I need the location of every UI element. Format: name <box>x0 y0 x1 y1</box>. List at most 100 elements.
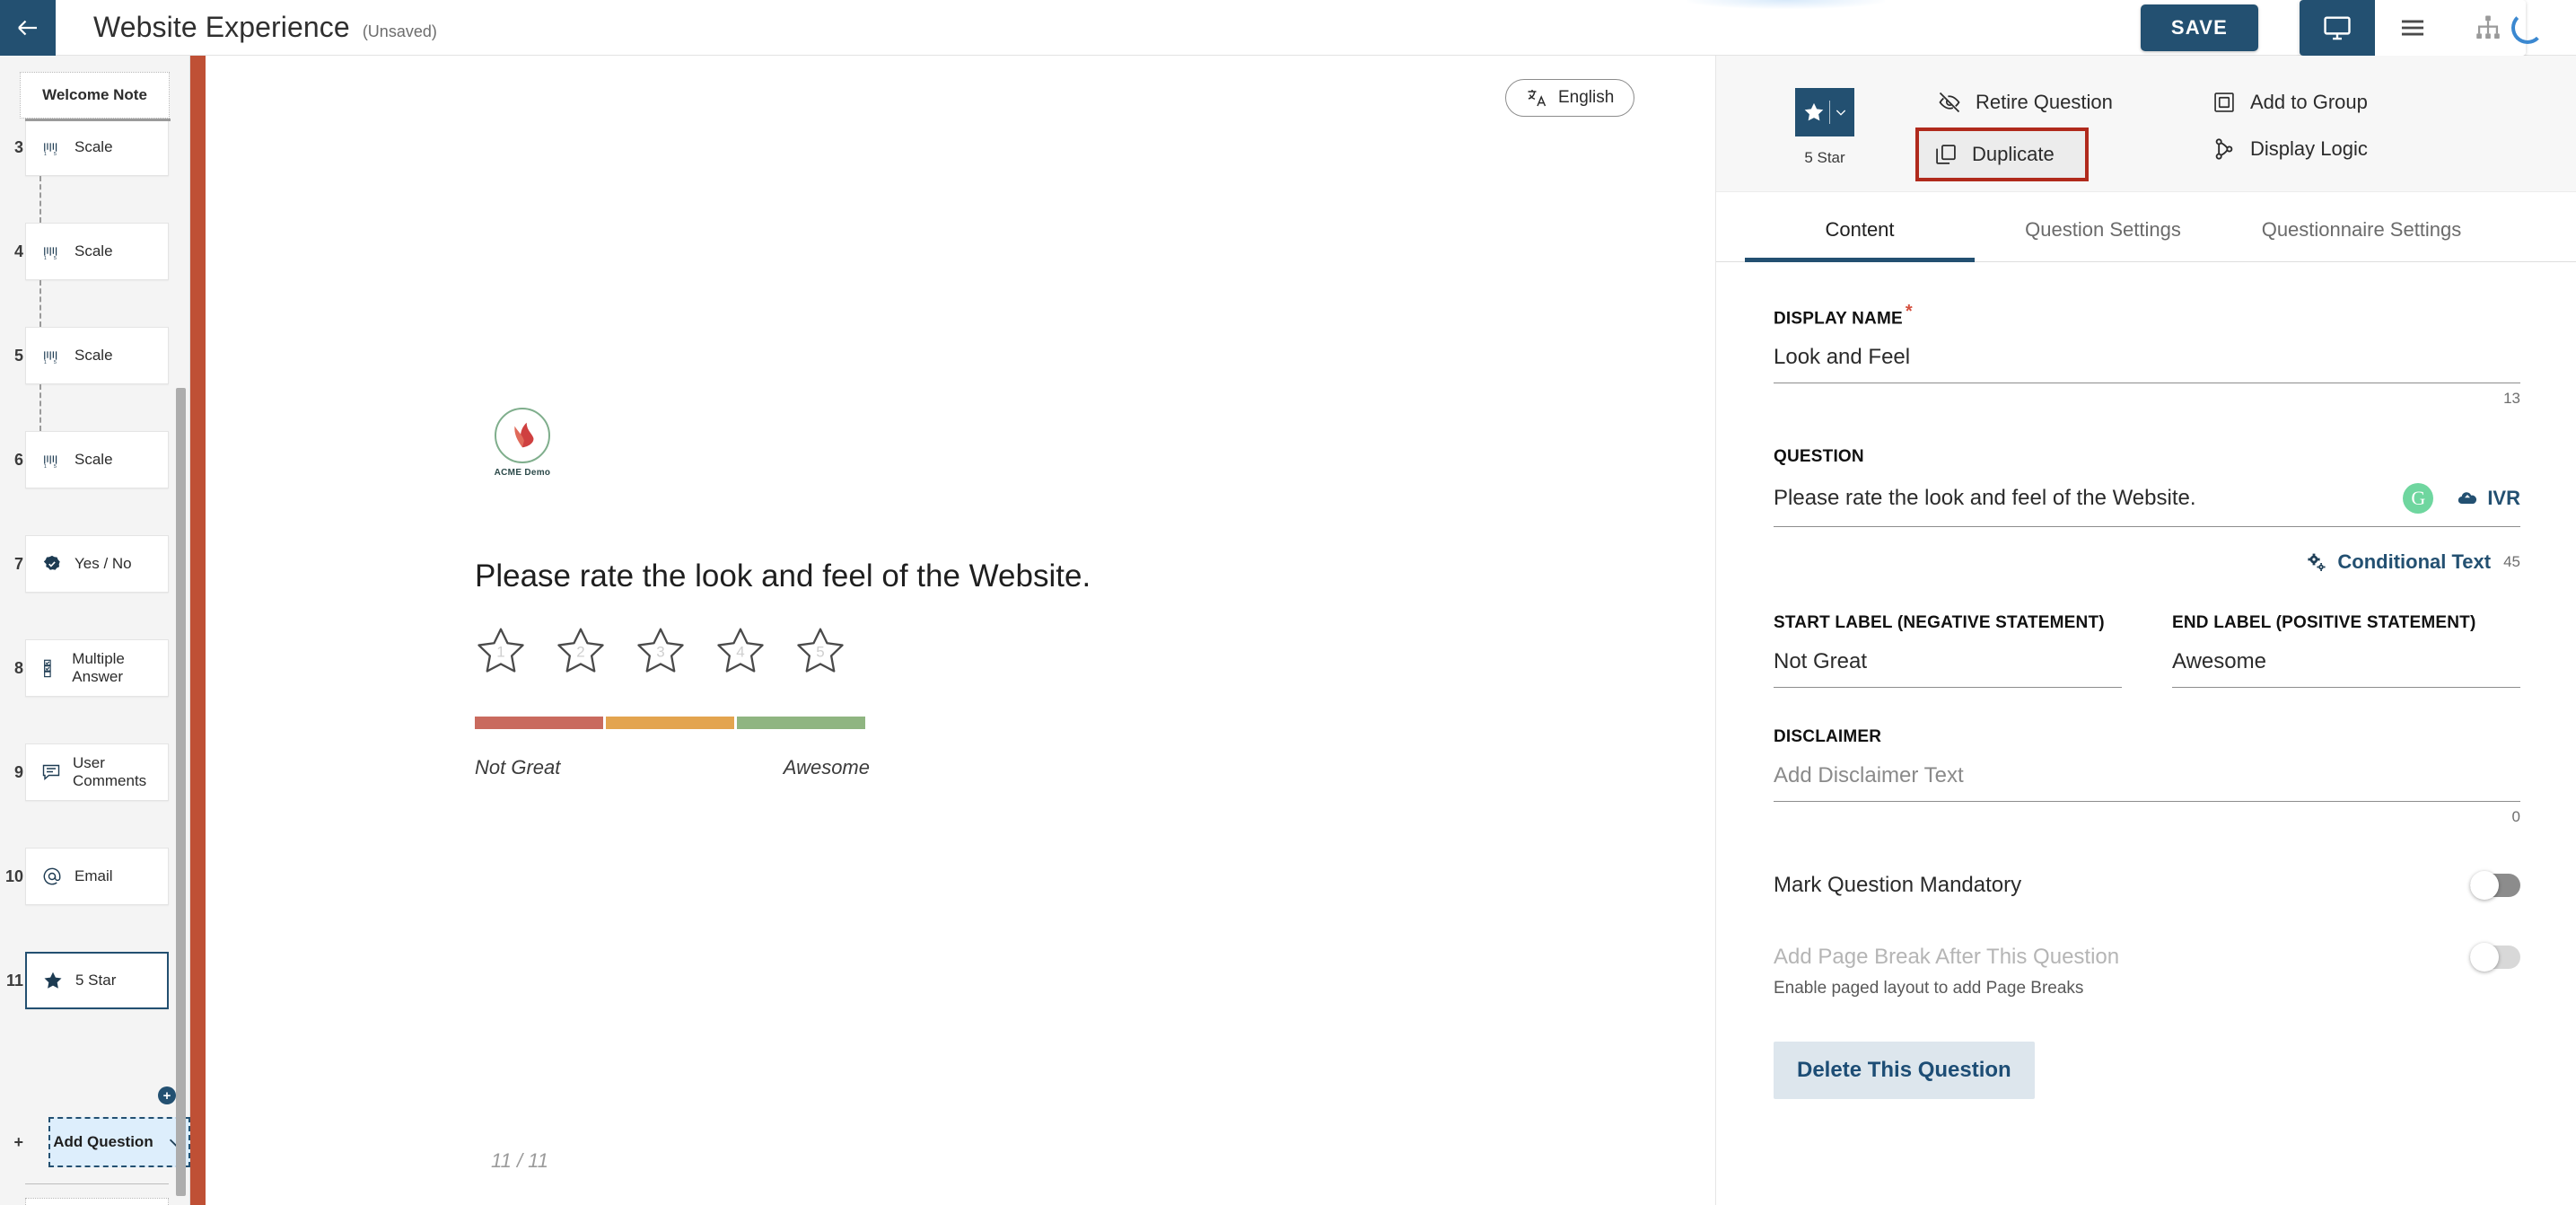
mandatory-toggle[interactable] <box>2470 871 2520 901</box>
duplicate-label: Duplicate <box>1972 143 2055 165</box>
svg-text:1: 1 <box>44 360 47 365</box>
question-card[interactable]: 1 5 Scale <box>25 327 169 384</box>
star-number: 3 <box>656 643 665 661</box>
save-button[interactable]: SAVE <box>2140 4 2258 51</box>
add-question-button[interactable]: Add Question <box>48 1117 190 1167</box>
svg-text:5: 5 <box>54 256 57 261</box>
end-label-input[interactable]: Awesome <box>2172 633 2520 689</box>
question-card[interactable]: 5 Star <box>25 952 169 1009</box>
hamburger-menu-icon <box>2401 20 2424 35</box>
language-selector[interactable]: English <box>1505 79 1635 117</box>
question-card[interactable]: 1 5 Scale <box>25 431 169 488</box>
sidebar-question-item-11[interactable]: 11 5 Star <box>0 952 190 1009</box>
mandatory-toggle-label: Mark Question Mandatory <box>1774 873 2022 898</box>
question-card[interactable]: Yes / No <box>25 535 169 593</box>
disclaimer-input[interactable]: Add Disclaimer Text <box>1774 747 2520 803</box>
question-index: 3 <box>13 137 23 156</box>
page-counter: 11 / 11 <box>491 1149 549 1172</box>
sidebar-question-item-6[interactable]: 6 1 5 Scale <box>0 431 190 488</box>
sentiment-color-bar <box>475 717 865 729</box>
question-card[interactable]: Email <box>25 848 169 905</box>
question-input[interactable]: Please rate the look and feel of the Web… <box>1774 467 2520 528</box>
delete-question-button[interactable]: Delete This Question <box>1774 1042 2035 1100</box>
star-rating-option-5[interactable]: 5 <box>793 623 848 679</box>
ivr-label: IVR <box>2487 487 2520 510</box>
editor-form: DISPLAY NAME * Look and Feel 13 QUESTION … <box>1716 302 2576 1100</box>
star-rating-option-3[interactable]: 3 <box>633 623 688 679</box>
sidebar-question-item-8[interactable]: 8 Multiple Answer <box>0 639 190 697</box>
conditional-text-button[interactable]: Conditional Text <box>2305 550 2491 574</box>
duplicate-icon <box>1936 145 1956 164</box>
desktop-view-button[interactable] <box>2300 0 2375 56</box>
retire-question-button[interactable]: Retire Question <box>1924 81 2125 124</box>
add-question-label: Add Question <box>53 1133 153 1150</box>
add-to-group-button[interactable]: Add to Group <box>2199 81 2380 124</box>
comment-icon <box>40 761 62 783</box>
retire-question-label: Retire Question <box>1976 91 2113 113</box>
accent-divider-bar <box>190 56 206 1205</box>
back-button[interactable] <box>0 0 56 56</box>
tab-question-settings[interactable]: Question Settings <box>1991 218 2215 261</box>
question-index: 7 <box>13 554 23 573</box>
chevron-down-icon <box>1836 110 1845 116</box>
start-label-input[interactable]: Not Great <box>1774 633 2122 689</box>
question-type-chip[interactable] <box>1795 88 1854 136</box>
question-connector <box>39 176 41 223</box>
grammarly-icon[interactable]: G <box>2403 483 2434 515</box>
chip-separator <box>1828 101 1830 124</box>
question-char-count: 45 <box>2503 553 2520 571</box>
leaf-mark-icon <box>514 422 534 448</box>
question-type-name: Email <box>74 867 113 885</box>
add-question-plus-icon[interactable]: + <box>158 1086 176 1104</box>
question-index: 8 <box>13 658 23 677</box>
tab-questionnaire-settings[interactable]: Questionnaire Settings <box>2231 218 2492 261</box>
document-title-group: Website Experience (Unsaved) <box>56 11 437 44</box>
question-index: 9 <box>13 762 23 781</box>
star-rating-group[interactable]: 1 2 3 4 5 <box>473 623 848 679</box>
scale-endpoint-labels: Not Great Awesome <box>475 756 870 779</box>
question-type-name: Multiple Answer <box>72 650 125 685</box>
question-card[interactable]: 1 5 Scale <box>25 119 169 176</box>
sidebar-question-item-3[interactable]: 3 1 5 Scale <box>0 119 190 223</box>
question-card[interactable]: User Comments <box>25 743 169 801</box>
question-index: 4 <box>13 242 23 260</box>
acme-leaf-logo <box>495 408 550 463</box>
toggle-knob <box>2470 871 2499 901</box>
page-break-toggle-label: Add Page Break After This Question <box>1774 945 2120 970</box>
star-number: 2 <box>576 643 585 661</box>
page-break-toggle[interactable] <box>2470 943 2520 972</box>
question-type-name: Scale <box>74 138 113 156</box>
duplicate-button[interactable]: Duplicate <box>1915 128 2089 181</box>
preview-question-text: Please rate the look and feel of the Web… <box>475 559 1091 594</box>
display-logic-button[interactable]: Display Logic <box>2199 128 2380 171</box>
display-name-label-text: DISPLAY NAME <box>1774 309 1903 329</box>
question-card[interactable]: 1 5 Scale <box>25 223 169 280</box>
ivr-upload-button[interactable]: IVR <box>2457 487 2520 510</box>
mandatory-toggle-row: Mark Question Mandatory <box>1774 871 2520 901</box>
sidebar-scrollbar[interactable] <box>176 388 186 1196</box>
scale-icon: 15 <box>40 346 64 365</box>
sidebar-question-item-10[interactable]: 10 Email <box>0 848 190 905</box>
disclaimer-char-count: 0 <box>2511 808 2520 826</box>
question-card[interactable]: Multiple Answer <box>25 639 169 697</box>
menu-button[interactable] <box>2375 0 2450 56</box>
tab-content[interactable]: Content <box>1745 218 1975 262</box>
add-to-group-label: Add to Group <box>2250 91 2368 113</box>
star-rating-option-2[interactable]: 2 <box>553 623 609 679</box>
question-type-name: Yes / No <box>74 555 132 573</box>
display-name-input[interactable]: Look and Feel <box>1774 329 2520 384</box>
star-rating-option-1[interactable]: 1 <box>473 623 529 679</box>
question-sidebar: Welcome Note 3 1 5 Scale 4 1 5 Scale 5 1 5 Scale 6 1 5… <box>0 56 190 1205</box>
sidebar-question-item-5[interactable]: 5 1 5 Scale <box>0 327 190 431</box>
brand-name: ACME Demo <box>494 468 551 478</box>
sidebar-question-item-9[interactable]: 9 User Comments <box>0 743 190 801</box>
sidebar-question-item-7[interactable]: 7 Yes / No <box>0 535 190 593</box>
at-sign-icon <box>40 866 64 887</box>
display-name-label: DISPLAY NAME * <box>1774 302 2520 329</box>
thank-you-note-item[interactable]: Thank You Note <box>25 1198 169 1205</box>
welcome-note-item[interactable]: Welcome Note <box>20 72 170 119</box>
sidebar-question-item-4[interactable]: 4 1 5 Scale <box>0 223 190 327</box>
question-list-scroll[interactable]: 3 1 5 Scale 4 1 5 Scale 5 1 5 Scale 6 1 5 Scale 7 Yes / N… <box>0 119 190 1133</box>
app-root: Website Experience (Unsaved) SAVE Welcom… <box>0 0 2576 1205</box>
star-rating-option-4[interactable]: 4 <box>713 623 768 679</box>
